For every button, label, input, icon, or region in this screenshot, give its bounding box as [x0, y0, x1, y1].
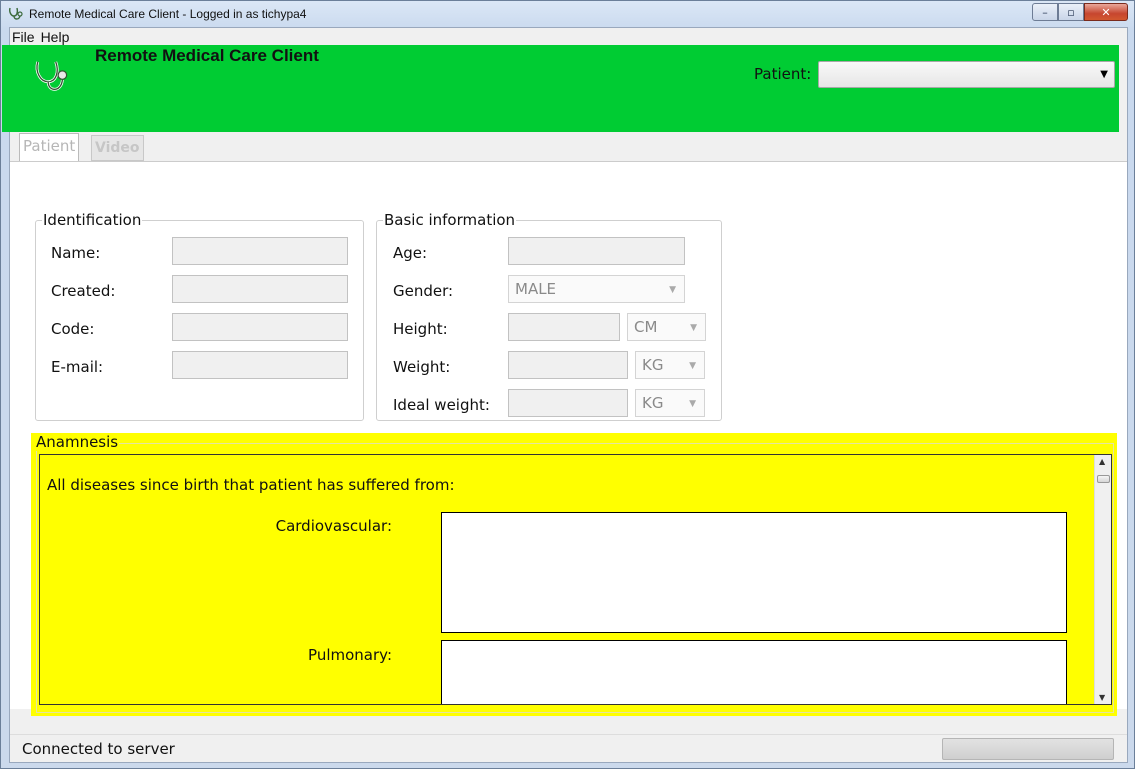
anamnesis-intro: All diseases since birth that patient ha… — [47, 476, 455, 494]
window-controls: – ▫ ✕ — [1032, 3, 1128, 21]
basic-info-group: Basic information Age: Gender: MALE ▼ He… — [376, 211, 722, 421]
title-bar: Remote Medical Care Client - Logged in a… — [1, 1, 1134, 27]
chevron-down-icon: ▼ — [689, 361, 696, 371]
cardiovascular-label: Cardiovascular: — [275, 517, 392, 535]
gender-label: Gender: — [393, 282, 454, 300]
ideal-weight-label: Ideal weight: — [393, 396, 490, 414]
gender-value: MALE — [515, 280, 557, 298]
app-name: Remote Medical Care Client — [95, 46, 319, 65]
anamnesis-scroll-area[interactable]: All diseases since birth that patient ha… — [39, 454, 1112, 705]
name-label: Name: — [51, 244, 101, 262]
basic-info-legend: Basic information — [383, 211, 517, 229]
maximize-button[interactable]: ▫ — [1058, 3, 1084, 21]
chevron-down-icon: ▼ — [689, 399, 696, 409]
anamnesis-scrollbar[interactable]: ▲ ▼ — [1094, 455, 1111, 704]
weight-label: Weight: — [393, 358, 451, 376]
tab-video[interactable]: Video — [91, 135, 144, 161]
created-label: Created: — [51, 282, 116, 300]
chevron-down-icon: ▼ — [690, 323, 697, 333]
height-unit-select[interactable]: CM ▼ — [627, 313, 706, 341]
patient-panel: Identification Name: Created: Code: E-ma… — [10, 161, 1127, 716]
name-field[interactable] — [172, 237, 348, 265]
scrollbar-thumb[interactable] — [1097, 475, 1110, 483]
height-field[interactable] — [508, 313, 620, 341]
height-unit-value: CM — [634, 318, 658, 336]
identification-group: Identification Name: Created: Code: E-ma… — [35, 211, 364, 421]
ideal-weight-field[interactable] — [508, 389, 628, 417]
ideal-weight-unit-select[interactable]: KG ▼ — [635, 389, 705, 417]
height-label: Height: — [393, 320, 448, 338]
app-header: Remote Medical Care Client Patient: ▼ — [2, 45, 1119, 132]
anamnesis-group: Anamnesis All diseases since birth that … — [31, 433, 1117, 716]
stethoscope-icon — [35, 61, 68, 91]
connection-status: Connected to server — [22, 740, 175, 758]
weight-unit-value: KG — [642, 356, 664, 374]
code-field[interactable] — [172, 313, 348, 341]
tab-patient[interactable]: Patient — [19, 133, 80, 162]
weight-field[interactable] — [508, 351, 628, 379]
app-window: Remote Medical Care Client - Logged in a… — [0, 0, 1135, 769]
minimize-button[interactable]: – — [1032, 3, 1058, 21]
email-field[interactable] — [172, 351, 348, 379]
identification-legend: Identification — [42, 211, 143, 229]
patient-select[interactable]: ▼ — [818, 61, 1115, 88]
scroll-up-arrow-icon[interactable]: ▲ — [1099, 457, 1105, 466]
status-progress-bar — [942, 738, 1114, 760]
cardiovascular-textarea[interactable] — [441, 512, 1067, 633]
chevron-down-icon: ▼ — [1100, 69, 1108, 80]
status-bar: Connected to server — [10, 734, 1127, 762]
window-title: Remote Medical Care Client - Logged in a… — [29, 7, 307, 21]
stethoscope-icon — [9, 7, 23, 20]
scroll-down-arrow-icon[interactable]: ▼ — [1099, 693, 1105, 702]
gender-select[interactable]: MALE ▼ — [508, 275, 685, 303]
email-label: E-mail: — [51, 358, 104, 376]
weight-unit-select[interactable]: KG ▼ — [635, 351, 705, 379]
pulmonary-label: Pulmonary: — [308, 646, 392, 664]
age-field[interactable] — [508, 237, 685, 265]
code-label: Code: — [51, 320, 95, 338]
patient-select-label: Patient: — [754, 65, 812, 83]
ideal-weight-unit-value: KG — [642, 394, 664, 412]
pulmonary-textarea[interactable] — [441, 640, 1067, 704]
tab-strip: Patient Video — [10, 132, 1127, 162]
anamnesis-legend: Anamnesis — [35, 433, 120, 451]
created-field[interactable] — [172, 275, 348, 303]
chevron-down-icon: ▼ — [669, 285, 676, 295]
age-label: Age: — [393, 244, 428, 262]
close-button[interactable]: ✕ — [1084, 3, 1128, 21]
